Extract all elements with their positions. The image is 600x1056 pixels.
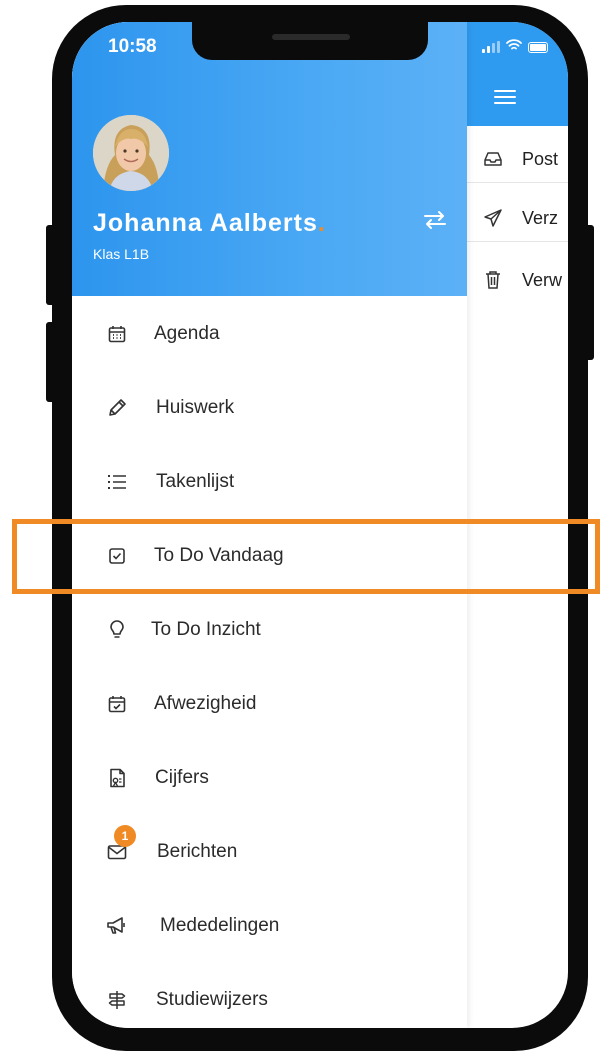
checkbox-icon — [106, 545, 128, 567]
hamburger-menu-icon[interactable] — [494, 90, 516, 108]
menu-item-label: To Do Inzicht — [151, 619, 261, 640]
menu-item-huiswerk[interactable]: Huiswerk — [72, 378, 467, 438]
grade-document-icon — [106, 767, 128, 789]
user-class: Klas L1B — [93, 246, 150, 262]
menu-item-studiewijzers[interactable]: Studiewijzers — [72, 970, 467, 1028]
menu-item-to-do-vandaag[interactable]: To Do Vandaag — [72, 526, 467, 586]
trash-icon — [482, 269, 504, 291]
signpost-icon — [106, 989, 128, 1011]
megaphone-icon — [106, 915, 128, 937]
menu-item-cijfers[interactable]: Cijfers — [72, 748, 467, 808]
avatar[interactable] — [93, 115, 169, 191]
menu-item-label: Cijfers — [155, 767, 209, 788]
inbox-icon — [482, 148, 504, 170]
divider — [467, 241, 568, 242]
menu-item-label: Agenda — [154, 323, 220, 344]
calendar-check-icon — [106, 693, 128, 715]
menu-item-label: Huiswerk — [156, 397, 235, 418]
status-bar-time: 10:58 — [108, 36, 157, 57]
menu-item-berichten[interactable]: 1 Berichten — [72, 822, 467, 882]
pencil-icon — [106, 397, 128, 419]
list-icon — [106, 471, 128, 493]
menu-item-to-do-inzicht[interactable]: To Do Inzicht — [72, 600, 467, 660]
bg-menu-item-label: Verw — [522, 269, 563, 290]
phone-screen: Post Verz Verw Johanna Aalberts. Klas L1… — [72, 22, 568, 1028]
menu-item-takenlijst[interactable]: Takenlijst — [72, 452, 467, 512]
unread-badge: 1 — [114, 825, 136, 847]
battery-icon — [528, 41, 548, 53]
menu-item-label: Berichten — [157, 841, 238, 862]
menu-item-agenda[interactable]: Agenda — [72, 304, 467, 364]
user-name: Johanna Aalberts. — [93, 209, 326, 237]
switch-account-icon[interactable] — [422, 209, 448, 231]
wifi-icon — [506, 38, 522, 56]
menu-item-label: Mededelingen — [160, 915, 280, 936]
lightbulb-icon — [106, 619, 128, 641]
phone-notch — [192, 22, 428, 60]
bg-menu-item-verwijderd[interactable]: Verw — [482, 262, 562, 298]
send-icon — [482, 207, 504, 229]
bg-menu-item-label: Verz — [522, 207, 559, 228]
signal-icon — [482, 41, 500, 53]
calendar-icon — [106, 323, 128, 345]
drawer-header: Johanna Aalberts. Klas L1B — [72, 22, 467, 296]
bg-menu-item-post[interactable]: Post — [482, 141, 558, 177]
menu-item-label: To Do Vandaag — [154, 545, 284, 566]
menu-item-label: Takenlijst — [156, 471, 235, 492]
navigation-drawer: Johanna Aalberts. Klas L1B Agenda Huiswe… — [72, 22, 467, 1028]
menu-item-label: Afwezigheid — [154, 693, 257, 714]
status-bar-icons — [482, 38, 548, 56]
menu-item-afwezigheid[interactable]: Afwezigheid — [72, 674, 467, 734]
envelope-icon: 1 — [106, 825, 136, 863]
divider — [467, 182, 568, 183]
bg-menu-item-verzonden[interactable]: Verz — [482, 200, 558, 236]
menu-item-label: Studiewijzers — [156, 989, 268, 1010]
menu-item-mededelingen[interactable]: Mededelingen — [72, 896, 467, 956]
bg-menu-item-label: Post — [522, 148, 559, 169]
